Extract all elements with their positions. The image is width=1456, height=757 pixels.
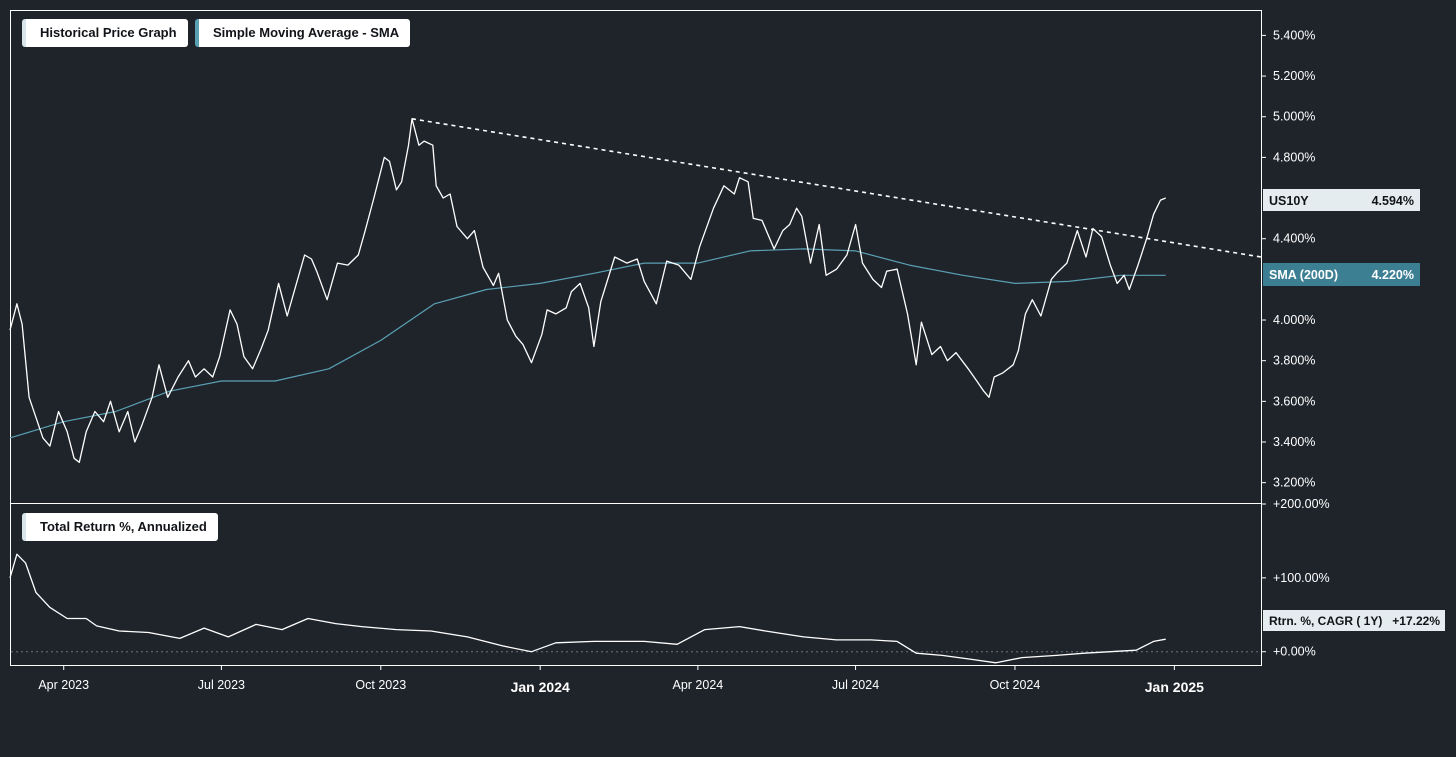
return-y-tick-label: +200.00% (1273, 497, 1330, 511)
price-y-tick-label: 4.800% (1273, 150, 1315, 164)
x-tick-label: Jul 2023 (198, 678, 245, 692)
price-badge: US10Y 4.594% (1263, 189, 1420, 211)
chart-stage: 5.400% 5.200% 5.000% 4.800% 4.400% 4.000% 3.80… (0, 0, 1456, 752)
return-badge-value: +17.22% (1392, 614, 1440, 628)
price-y-tick-label: 4.400% (1273, 232, 1315, 246)
chart-canvas: 5.400% 5.200% 5.000% 4.800% 4.400% 4.000% 3.80… (0, 0, 1456, 752)
price-y-tick-label: 5.200% (1273, 69, 1315, 83)
x-tick-label: Jan 2024 (511, 679, 570, 695)
price-y-tick-label: 3.800% (1273, 354, 1315, 368)
x-tick-label: Jul 2024 (832, 678, 879, 692)
x-tick-label: Oct 2024 (990, 678, 1041, 692)
price-badge-value: 4.594% (1372, 194, 1414, 208)
x-tick-label: Apr 2024 (673, 678, 724, 692)
sma-badge-label: SMA (200D) (1269, 268, 1338, 282)
price-y-tick-label: 3.200% (1273, 476, 1315, 490)
price-y-tick-label: 3.600% (1273, 394, 1315, 408)
price-y-tick-label: 4.000% (1273, 313, 1315, 327)
return-y-tick-label: +0.00% (1273, 645, 1316, 659)
chart-background (0, 0, 1456, 752)
price-y-tick-label: 5.400% (1273, 28, 1315, 42)
price-y-tick-label: 3.400% (1273, 435, 1315, 449)
sma-legend-tag[interactable]: Simple Moving Average - SMA (195, 19, 411, 47)
return-badge-label: Rtrn. %, CAGR ( 1Y) (1269, 614, 1382, 628)
x-tick-label: Apr 2023 (38, 678, 89, 692)
return-badge: Rtrn. %, CAGR ( 1Y) +17.22% (1263, 610, 1445, 631)
price-y-tick-label: 5.000% (1273, 110, 1315, 124)
sma-badge-value: 4.220% (1372, 268, 1414, 282)
return-legend-tag[interactable]: Total Return %, Annualized (22, 513, 218, 541)
x-tick-label: Jan 2025 (1145, 679, 1204, 695)
price-legend-tag[interactable]: Historical Price Graph (22, 19, 188, 47)
sma-badge: SMA (200D) 4.220% (1263, 263, 1420, 286)
price-badge-label: US10Y (1269, 194, 1309, 208)
return-y-tick-label: +100.00% (1273, 571, 1330, 585)
x-tick-label: Oct 2023 (355, 678, 406, 692)
